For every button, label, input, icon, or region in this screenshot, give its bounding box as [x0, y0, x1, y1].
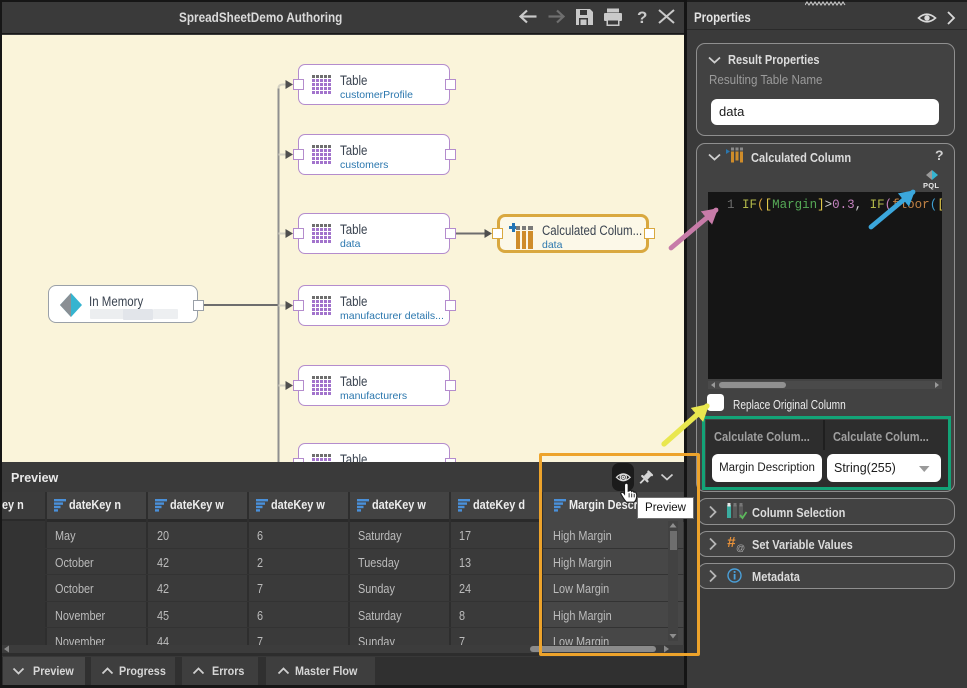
svg-text:?: ?	[637, 8, 647, 27]
